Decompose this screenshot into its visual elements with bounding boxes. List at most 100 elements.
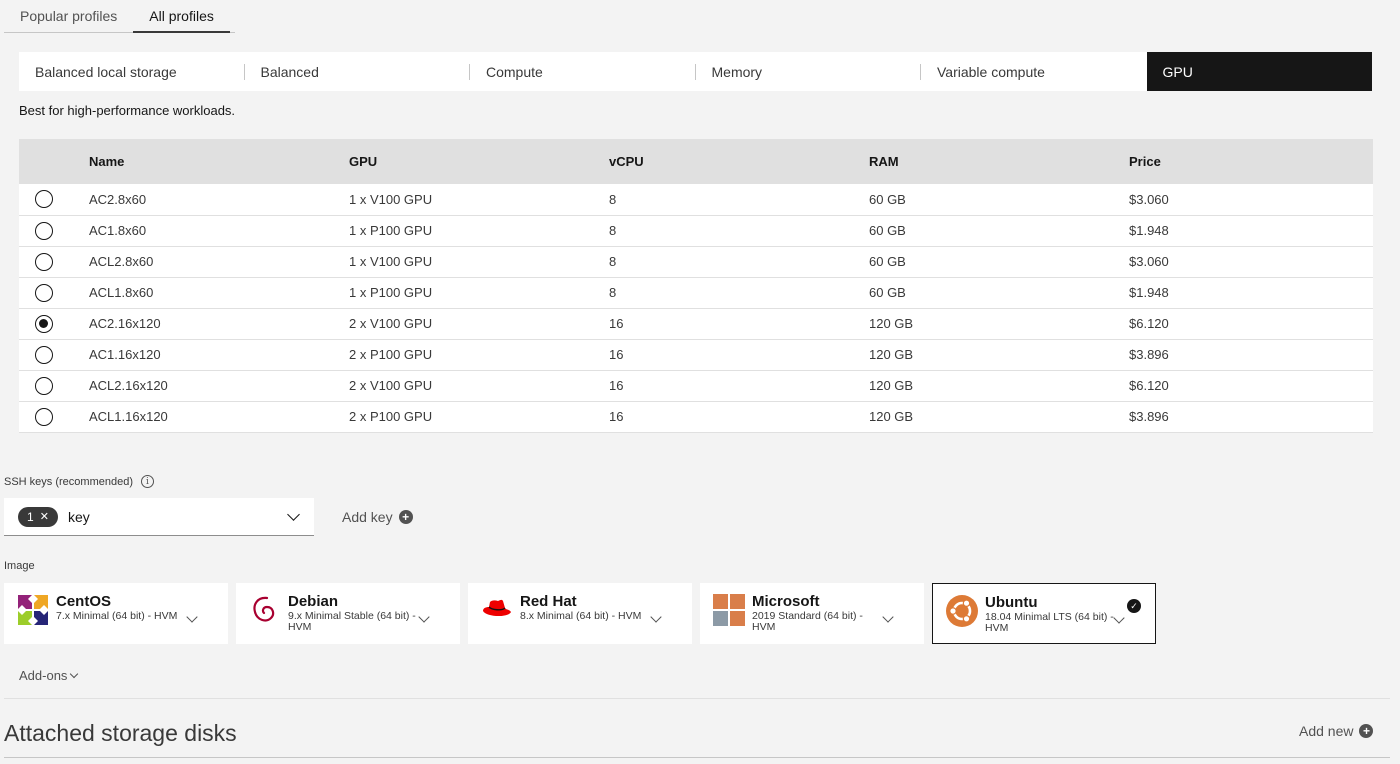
redhat-logo-icon — [483, 599, 511, 617]
cell-gpu: 2 x P100 GPU — [349, 409, 433, 424]
cell-name: ACL2.16x120 — [89, 378, 168, 393]
cell-price: $1.948 — [1129, 285, 1169, 300]
tab-compute[interactable]: Compute — [470, 52, 696, 91]
table-row[interactable]: AC2.16x120 2 x V100 GPU 16 120 GB $6.120 — [19, 308, 1373, 339]
row-radio[interactable] — [35, 345, 53, 364]
selected-count-tag[interactable]: 1 ✕ — [18, 506, 58, 527]
table-row[interactable]: AC1.16x120 2 x P100 GPU 16 120 GB $3.896 — [19, 339, 1373, 370]
table-row[interactable]: AC1.8x60 1 x P100 GPU 8 60 GB $1.948 — [19, 215, 1373, 246]
row-radio[interactable] — [35, 376, 53, 395]
cell-price: $3.060 — [1129, 191, 1169, 207]
centos-logo-icon — [17, 594, 49, 626]
family-description: Best for high-performance workloads. — [19, 103, 236, 118]
header-ram: RAM — [869, 154, 899, 169]
tab-all-profiles[interactable]: All profiles — [133, 0, 230, 33]
image-tile-centos[interactable]: CentOS 7.x Minimal (64 bit) - HVM — [4, 583, 228, 644]
cell-vcpu: 16 — [609, 316, 624, 331]
header-vcpu: vCPU — [609, 154, 644, 169]
cell-price: $3.060 — [1129, 254, 1169, 269]
add-new-label: Add new — [1299, 723, 1354, 739]
profile-type-tabs: Popular profiles All profiles — [4, 0, 235, 33]
cell-gpu: 1 x P100 GPU — [349, 285, 433, 300]
cell-vcpu: 8 — [609, 285, 617, 300]
image-name: CentOS — [56, 593, 112, 610]
row-radio[interactable] — [35, 252, 53, 271]
cell-name: AC1.16x120 — [89, 347, 161, 362]
cell-gpu: 1 x V100 GPU — [349, 254, 433, 269]
ssh-keys-label-text: SSH keys (recommended) — [4, 475, 133, 488]
cell-vcpu: 8 — [609, 254, 617, 269]
image-tiles: CentOS 7.x Minimal (64 bit) - HVM Debian… — [4, 583, 1156, 644]
cell-ram: 120 GB — [869, 378, 914, 393]
tab-gpu[interactable]: GPU — [1146, 52, 1372, 91]
cell-ram: 120 GB — [869, 316, 914, 331]
image-tile-microsoft[interactable]: Microsoft 2019 Standard (64 bit) - HVM — [700, 583, 924, 644]
cell-ram: 60 GB — [869, 285, 906, 300]
cell-price: $6.120 — [1129, 316, 1169, 331]
info-icon[interactable]: i — [141, 475, 154, 488]
tab-balanced-local-storage[interactable]: Balanced local storage — [19, 52, 245, 91]
section-divider — [4, 698, 1390, 699]
tab-balanced[interactable]: Balanced — [245, 52, 471, 91]
cell-name: AC2.16x120 — [89, 316, 161, 331]
microsoft-logo-icon — [713, 594, 745, 626]
cell-gpu: 2 x V100 GPU — [349, 378, 433, 393]
image-tile-debian[interactable]: Debian 9.x Minimal Stable (64 bit) - HVM — [236, 583, 460, 644]
row-radio-selected[interactable] — [35, 314, 53, 333]
image-version: 2019 Standard (64 bit) - HVM — [752, 610, 863, 633]
add-new-storage-button[interactable]: Add new + — [1299, 723, 1374, 739]
debian-logo-icon — [253, 596, 275, 622]
cell-name: AC2.8x60 — [89, 191, 147, 207]
profiles-table: Name GPU vCPU RAM Price AC2.8x60 1 x V10… — [19, 139, 1373, 433]
ssh-keys-label: SSH keys (recommended) i — [4, 475, 154, 488]
storage-section-title: Attached storage disks — [4, 720, 237, 746]
header-price: Price — [1129, 154, 1161, 169]
ssh-key-multiselect[interactable]: 1 ✕ key — [4, 498, 314, 536]
ssh-key-value: key — [68, 508, 90, 525]
add-circle-icon: + — [1359, 724, 1374, 738]
cell-gpu: 1 x V100 GPU — [349, 191, 433, 207]
table-header-row: Name GPU vCPU RAM Price — [19, 139, 1373, 184]
row-radio[interactable] — [35, 190, 53, 209]
cell-gpu: 2 x V100 GPU — [349, 316, 433, 331]
cell-gpu: 1 x P100 GPU — [349, 223, 433, 238]
ubuntu-logo-icon — [946, 595, 978, 627]
cell-gpu: 2 x P100 GPU — [349, 347, 433, 362]
cell-name: ACL2.8x60 — [89, 254, 154, 269]
image-version: 9.x Minimal Stable (64 bit) - HVM — [288, 610, 416, 633]
cell-vcpu: 8 — [609, 223, 617, 238]
row-radio[interactable] — [35, 283, 53, 302]
add-key-button[interactable]: Add key + — [342, 509, 413, 525]
table-row[interactable]: AC2.8x60 1 x V100 GPU 8 60 GB $3.060 — [19, 184, 1373, 215]
image-label: Image — [4, 560, 35, 572]
image-version: 18.04 Minimal LTS (64 bit) - HVM — [985, 611, 1114, 634]
cell-ram: 120 GB — [869, 409, 914, 424]
table-row[interactable]: ACL2.8x60 1 x V100 GPU 8 60 GB $3.060 — [19, 246, 1373, 277]
table-row[interactable]: ACL1.8x60 1 x P100 GPU 8 60 GB $1.948 — [19, 277, 1373, 308]
cell-ram: 60 GB — [869, 223, 906, 238]
tab-variable-compute[interactable]: Variable compute — [921, 52, 1147, 91]
chevron-down-icon[interactable] — [287, 508, 300, 521]
clear-selection-icon[interactable]: ✕ — [40, 510, 49, 523]
tab-memory[interactable]: Memory — [696, 52, 922, 91]
addons-toggle[interactable]: Add-ons — [19, 668, 79, 683]
tab-popular-profiles[interactable]: Popular profiles — [4, 0, 133, 33]
row-radio[interactable] — [35, 407, 53, 426]
table-row[interactable]: ACL1.16x120 2 x P100 GPU 16 120 GB $3.89… — [19, 401, 1373, 432]
cell-vcpu: 16 — [609, 347, 624, 362]
table-row[interactable]: ACL2.16x120 2 x V100 GPU 16 120 GB $6.12… — [19, 370, 1373, 401]
cell-name: ACL1.16x120 — [89, 409, 168, 424]
addons-label: Add-ons — [19, 668, 68, 683]
cell-price: $3.896 — [1129, 347, 1169, 362]
checkmark-icon: ✓ — [1127, 599, 1141, 613]
image-tile-ubuntu[interactable]: Ubuntu 18.04 Minimal LTS (64 bit) - HVM … — [932, 583, 1156, 644]
storage-divider — [4, 757, 1390, 758]
header-select — [19, 139, 89, 184]
header-name: Name — [89, 154, 125, 169]
image-version: 8.x Minimal (64 bit) - HVM — [520, 610, 642, 622]
image-tile-redhat[interactable]: Red Hat 8.x Minimal (64 bit) - HVM — [468, 583, 692, 644]
row-radio[interactable] — [35, 221, 53, 240]
image-name: Red Hat — [520, 593, 577, 610]
cell-ram: 60 GB — [869, 191, 906, 207]
cell-vcpu: 16 — [609, 409, 624, 424]
